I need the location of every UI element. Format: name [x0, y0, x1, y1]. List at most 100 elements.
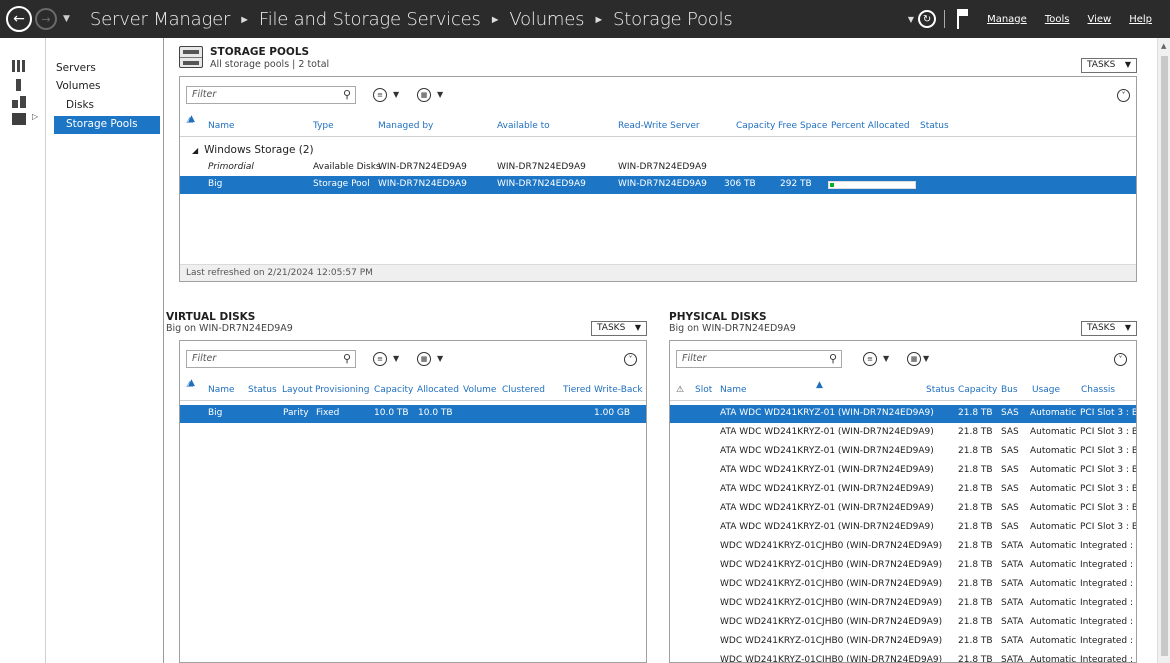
table-row[interactable]: Big Storage Pool WIN-DR7N24ED9A9 WIN-DR7…: [180, 176, 1136, 194]
cell-bus: SATA: [1001, 541, 1024, 551]
table-row[interactable]: WDC WD241KRYZ-01CJHB0 (WIN-DR7N24ED9A9) 2…: [670, 652, 1136, 662]
physical-disks-filter-input[interactable]: Filter ⚲: [676, 350, 842, 368]
virtual-disks-tasks-button[interactable]: TASKS ▼: [591, 321, 647, 336]
notifications-flag-icon[interactable]: [957, 9, 971, 29]
search-icon[interactable]: ⚲: [343, 88, 351, 101]
table-row[interactable]: WDC WD241KRYZ-01CJHB0 (WIN-DR7N24ED9A9) 2…: [670, 557, 1136, 575]
scroll-thumb[interactable]: [1161, 56, 1168, 656]
table-row[interactable]: ATA WDC WD241KRYZ-01 (WIN-DR7N24ED9A9) 21…: [670, 481, 1136, 499]
column-free-space[interactable]: Free Space: [778, 121, 827, 131]
menu-view[interactable]: View: [1087, 14, 1111, 25]
column-type[interactable]: Type: [313, 121, 334, 131]
forward-arrow-icon[interactable]: →: [35, 8, 57, 30]
column-usage[interactable]: Usage: [1032, 385, 1060, 395]
expand-section-icon[interactable]: ˅: [1114, 353, 1127, 366]
group-header[interactable]: ◢ Windows Storage (2): [192, 144, 314, 156]
save-query-icon[interactable]: ▦: [417, 88, 431, 102]
chevron-down-icon[interactable]: ▼: [883, 354, 889, 363]
cell-capacity: 21.8 TB: [958, 446, 993, 456]
search-icon[interactable]: ⚲: [343, 352, 351, 365]
scroll-up-icon[interactable]: ▲: [1161, 42, 1166, 50]
chevron-down-icon[interactable]: ▼: [923, 354, 929, 363]
column-read-write-server[interactable]: Read-Write Server: [618, 121, 700, 131]
vertical-scrollbar[interactable]: ▲: [1157, 38, 1170, 663]
physical-disks-tasks-button[interactable]: TASKS ▼: [1081, 321, 1137, 336]
expand-arrow-icon[interactable]: ▷: [32, 112, 38, 121]
column-name[interactable]: Name: [208, 121, 235, 131]
menu-tools[interactable]: Tools: [1045, 14, 1070, 25]
column-chassis[interactable]: Chassis: [1081, 385, 1115, 395]
table-row[interactable]: ATA WDC WD241KRYZ-01 (WIN-DR7N24ED9A9) 21…: [670, 519, 1136, 537]
chevron-down-icon[interactable]: ▼: [393, 354, 399, 363]
column-slot[interactable]: Slot: [695, 385, 712, 395]
breadcrumb-item[interactable]: Server Manager: [90, 9, 230, 30]
menu-help[interactable]: Help: [1129, 14, 1152, 25]
history-dropdown-icon[interactable]: ▼: [63, 14, 70, 24]
table-row[interactable]: ATA WDC WD241KRYZ-01 (WIN-DR7N24ED9A9) 21…: [670, 500, 1136, 518]
cell-usage: Automatic: [1030, 541, 1077, 551]
virtual-disks-filter-input[interactable]: Filter ⚲: [186, 350, 356, 368]
breadcrumb-item[interactable]: File and Storage Services: [259, 9, 481, 30]
column-provisioning[interactable]: Provisioning: [315, 385, 369, 395]
server-icon[interactable]: [16, 79, 21, 91]
cell-capacity: 21.8 TB: [958, 560, 993, 570]
column-managed-by[interactable]: Managed by: [378, 121, 433, 131]
servers-icon[interactable]: [12, 96, 26, 108]
table-row[interactable]: ATA WDC WD241KRYZ-01 (WIN-DR7N24ED9A9) 21…: [670, 462, 1136, 480]
column-name[interactable]: Name: [208, 385, 235, 395]
column-capacity[interactable]: Capacity: [958, 385, 997, 395]
column-tiered[interactable]: Tiered: [563, 385, 591, 395]
storage-pools-tasks-button[interactable]: TASKS ▼: [1081, 58, 1137, 73]
list-options-icon[interactable]: ≡: [373, 88, 387, 102]
table-row[interactable]: ATA WDC WD241KRYZ-01 (WIN-DR7N24ED9A9) 21…: [670, 443, 1136, 461]
column-allocated[interactable]: Allocated: [417, 385, 459, 395]
column-volume[interactable]: Volume: [463, 385, 496, 395]
column-layout[interactable]: Layout: [282, 385, 313, 395]
table-row[interactable]: WDC WD241KRYZ-01CJHB0 (WIN-DR7N24ED9A9) 2…: [670, 538, 1136, 556]
breadcrumb-item[interactable]: Volumes: [509, 9, 584, 30]
storage-pools-filter-input[interactable]: Filter ⚲: [186, 86, 356, 104]
column-name[interactable]: Name: [720, 385, 747, 395]
column-status[interactable]: Status: [248, 385, 277, 395]
list-options-icon[interactable]: ≡: [373, 352, 387, 366]
column-available-to[interactable]: Available to: [497, 121, 550, 131]
table-row[interactable]: ATA WDC WD241KRYZ-01 (WIN-DR7N24ED9A9) 21…: [670, 405, 1136, 423]
sidebar-item-servers[interactable]: Servers: [56, 62, 96, 74]
refresh-dropdown-icon[interactable]: ▼: [908, 15, 914, 24]
table-row[interactable]: WDC WD241KRYZ-01CJHB0 (WIN-DR7N24ED9A9) 2…: [670, 633, 1136, 651]
breadcrumb-item[interactable]: Storage Pools: [613, 9, 733, 30]
table-row[interactable]: WDC WD241KRYZ-01CJHB0 (WIN-DR7N24ED9A9) 2…: [670, 576, 1136, 594]
chevron-down-icon[interactable]: ▼: [437, 354, 443, 363]
table-row[interactable]: ATA WDC WD241KRYZ-01 (WIN-DR7N24ED9A9) 21…: [670, 424, 1136, 442]
menu-manage[interactable]: Manage: [987, 14, 1027, 25]
dashboard-grid-icon[interactable]: [12, 60, 26, 72]
table-row[interactable]: Primordial Available Disks WIN-DR7N24ED9…: [180, 159, 1136, 177]
search-icon[interactable]: ⚲: [829, 352, 837, 365]
expand-section-icon[interactable]: ˅: [624, 353, 637, 366]
chevron-down-icon[interactable]: ▼: [393, 90, 399, 99]
expand-section-icon[interactable]: ˅: [1117, 89, 1130, 102]
refresh-icon[interactable]: ↻: [918, 10, 937, 28]
sidebar-item-volumes[interactable]: Volumes: [56, 80, 101, 92]
sidebar-item-storage-pools[interactable]: Storage Pools: [54, 116, 160, 134]
back-arrow-icon[interactable]: ←: [6, 6, 32, 32]
list-options-icon[interactable]: ≡: [863, 352, 877, 366]
column-capacity[interactable]: Capacity: [374, 385, 413, 395]
column-clustered[interactable]: Clustered: [502, 385, 545, 395]
column-percent-allocated[interactable]: Percent Allocated: [831, 121, 910, 131]
cell-bus: SAS: [1001, 465, 1019, 475]
column-bus[interactable]: Bus: [1001, 385, 1018, 395]
column-status[interactable]: Status: [920, 121, 949, 131]
column-write-back[interactable]: Write-Back C: [594, 385, 646, 395]
collapse-triangle-icon[interactable]: ◢: [192, 146, 198, 155]
save-query-icon[interactable]: ▦: [907, 352, 921, 366]
table-row[interactable]: WDC WD241KRYZ-01CJHB0 (WIN-DR7N24ED9A9) 2…: [670, 614, 1136, 632]
sidebar-item-disks[interactable]: Disks: [66, 99, 94, 111]
save-query-icon[interactable]: ▦: [417, 352, 431, 366]
column-status[interactable]: Status: [926, 385, 955, 395]
column-capacity[interactable]: Capacity: [736, 121, 775, 131]
table-row[interactable]: WDC WD241KRYZ-01CJHB0 (WIN-DR7N24ED9A9) 2…: [670, 595, 1136, 613]
chevron-down-icon[interactable]: ▼: [437, 90, 443, 99]
file-storage-icon[interactable]: [12, 113, 26, 125]
table-row[interactable]: Big Parity Fixed 10.0 TB 10.0 TB 1.00 GB: [180, 405, 646, 423]
